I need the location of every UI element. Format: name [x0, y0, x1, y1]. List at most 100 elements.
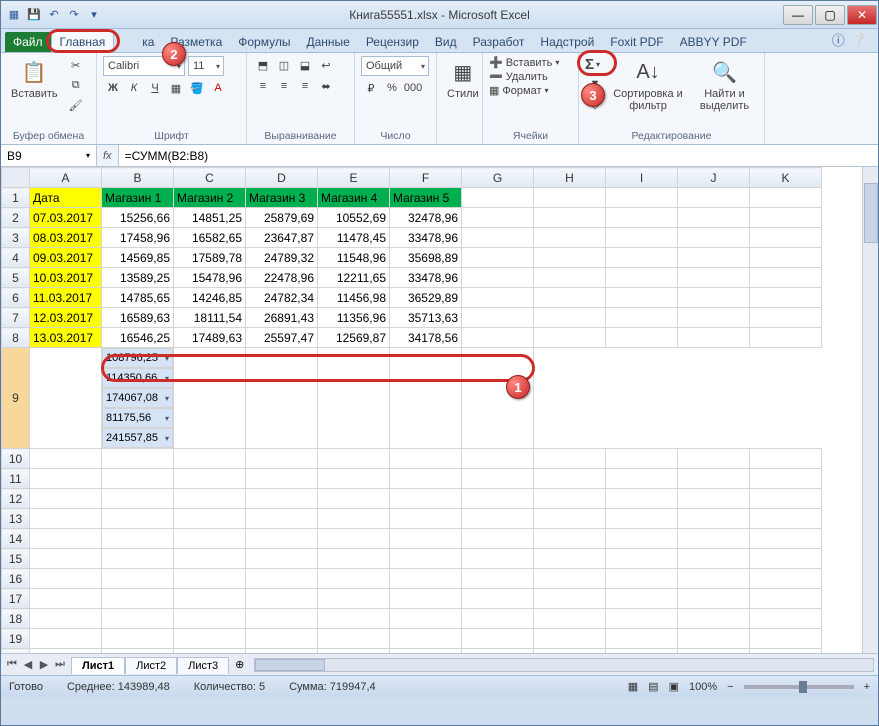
cell-A17[interactable]: [30, 589, 102, 609]
cell-E3[interactable]: 11478,45: [318, 228, 390, 248]
row-header-6[interactable]: 6: [2, 288, 30, 308]
cell-J12[interactable]: [678, 489, 750, 509]
cell-C16[interactable]: [174, 569, 246, 589]
cell-B9[interactable]: 108796,25: [102, 348, 173, 368]
row-header-3[interactable]: 3: [2, 228, 30, 248]
cell-K17[interactable]: [750, 589, 822, 609]
cell-E11[interactable]: [318, 469, 390, 489]
cell-I13[interactable]: [606, 509, 678, 529]
prev-sheet-icon[interactable]: ◀: [21, 658, 35, 671]
cell-B6[interactable]: 14785,65: [102, 288, 174, 308]
cell-J9[interactable]: [390, 348, 462, 449]
col-header-J[interactable]: J: [678, 168, 750, 188]
format-cells-button[interactable]: ▦Формат▾: [489, 84, 549, 97]
view-normal-icon[interactable]: ▦: [628, 680, 638, 693]
cell-J8[interactable]: [678, 328, 750, 348]
cell-D16[interactable]: [246, 569, 318, 589]
cell-J20[interactable]: [678, 649, 750, 654]
cell-G17[interactable]: [462, 589, 534, 609]
cell-D8[interactable]: 25597,47: [246, 328, 318, 348]
cell-I12[interactable]: [606, 489, 678, 509]
cell-J3[interactable]: [678, 228, 750, 248]
cell-D4[interactable]: 24789,32: [246, 248, 318, 268]
font-size-select[interactable]: 11: [188, 56, 224, 76]
align-bottom-icon[interactable]: ⬓: [295, 56, 315, 74]
select-all-corner[interactable]: [2, 168, 30, 188]
merge-icon[interactable]: ⬌: [316, 77, 336, 95]
cell-E16[interactable]: [318, 569, 390, 589]
cell-C2[interactable]: 14851,25: [174, 208, 246, 228]
cell-K10[interactable]: [750, 449, 822, 469]
cell-E7[interactable]: 11356,96: [318, 308, 390, 328]
cell-G12[interactable]: [462, 489, 534, 509]
font-color-button[interactable]: A: [208, 79, 228, 97]
row-header-19[interactable]: 19: [2, 629, 30, 649]
cell-G8[interactable]: [462, 328, 534, 348]
cell-F16[interactable]: [390, 569, 462, 589]
cell-J16[interactable]: [678, 569, 750, 589]
cell-F20[interactable]: [390, 649, 462, 654]
cell-A20[interactable]: [30, 649, 102, 654]
cell-C13[interactable]: [174, 509, 246, 529]
cell-F8[interactable]: 34178,56: [390, 328, 462, 348]
cell-G13[interactable]: [462, 509, 534, 529]
cell-J7[interactable]: [678, 308, 750, 328]
close-button[interactable]: ✕: [847, 5, 877, 25]
cell-F19[interactable]: [390, 629, 462, 649]
cell-H13[interactable]: [534, 509, 606, 529]
cell-H19[interactable]: [534, 629, 606, 649]
cell-G4[interactable]: [462, 248, 534, 268]
last-sheet-icon[interactable]: ⏭: [53, 658, 67, 671]
cell-A6[interactable]: 11.03.2017: [30, 288, 102, 308]
cell-G9[interactable]: [174, 348, 246, 449]
cell-H18[interactable]: [534, 609, 606, 629]
next-sheet-icon[interactable]: ▶: [37, 658, 51, 671]
cell-F2[interactable]: 32478,96: [390, 208, 462, 228]
cell-F11[interactable]: [390, 469, 462, 489]
undo-icon[interactable]: ↶: [45, 6, 63, 24]
cell-C12[interactable]: [174, 489, 246, 509]
cell-D18[interactable]: [246, 609, 318, 629]
cell-H15[interactable]: [534, 549, 606, 569]
cell-H11[interactable]: [534, 469, 606, 489]
cell-C18[interactable]: [174, 609, 246, 629]
col-header-A[interactable]: A: [30, 168, 102, 188]
cell-C14[interactable]: [174, 529, 246, 549]
border-button[interactable]: ▦: [166, 79, 186, 97]
cell-B3[interactable]: 17458,96: [102, 228, 174, 248]
cell-E14[interactable]: [318, 529, 390, 549]
cell-K7[interactable]: [750, 308, 822, 328]
view-layout-icon[interactable]: ▤: [648, 680, 658, 693]
delete-cells-button[interactable]: ➖Удалить: [489, 70, 548, 83]
cell-D3[interactable]: 23647,87: [246, 228, 318, 248]
cell-C11[interactable]: [174, 469, 246, 489]
cell-E9[interactable]: 81175,56: [102, 408, 173, 428]
row-header-10[interactable]: 10: [2, 449, 30, 469]
cell-F14[interactable]: [390, 529, 462, 549]
cell-J19[interactable]: [678, 629, 750, 649]
cell-I2[interactable]: [606, 208, 678, 228]
cell-F15[interactable]: [390, 549, 462, 569]
row-header-20[interactable]: 20: [2, 649, 30, 654]
cell-A12[interactable]: [30, 489, 102, 509]
row-header-8[interactable]: 8: [2, 328, 30, 348]
sort-filter-button[interactable]: A↓ Сортировка и фильтр: [609, 56, 687, 114]
cell-A5[interactable]: 10.03.2017: [30, 268, 102, 288]
zoom-level[interactable]: 100%: [689, 681, 717, 693]
cell-J4[interactable]: [678, 248, 750, 268]
cell-K3[interactable]: [750, 228, 822, 248]
cell-G5[interactable]: [462, 268, 534, 288]
cell-I1[interactable]: [606, 188, 678, 208]
cell-J17[interactable]: [678, 589, 750, 609]
cell-K1[interactable]: [750, 188, 822, 208]
sheet-tab-3[interactable]: Лист3: [177, 657, 229, 674]
cell-B5[interactable]: 13589,25: [102, 268, 174, 288]
wrap-text-icon[interactable]: ↩: [316, 56, 336, 74]
cell-G14[interactable]: [462, 529, 534, 549]
paste-button[interactable]: 📋 Вставить: [7, 56, 62, 102]
cell-A16[interactable]: [30, 569, 102, 589]
col-header-C[interactable]: C: [174, 168, 246, 188]
cell-I3[interactable]: [606, 228, 678, 248]
cell-K8[interactable]: [750, 328, 822, 348]
cell-B17[interactable]: [102, 589, 174, 609]
